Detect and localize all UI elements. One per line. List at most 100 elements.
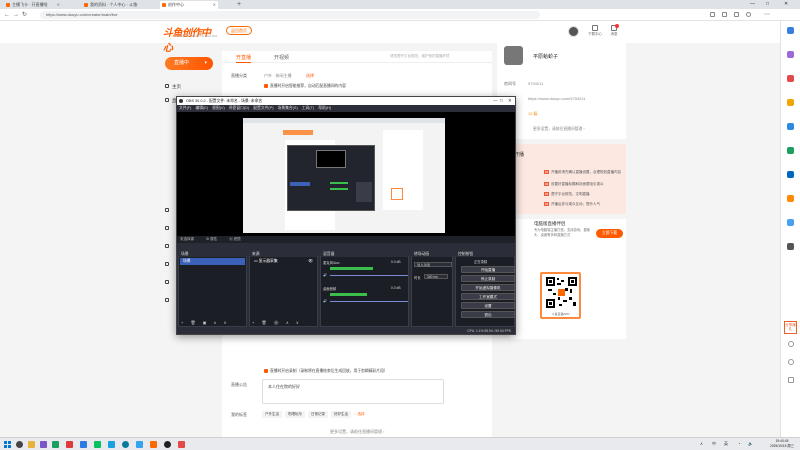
- auto-recommend-checkbox[interactable]: [264, 84, 268, 88]
- speaker-icon[interactable]: 🔊: [323, 299, 327, 303]
- tray-overflow-icon[interactable]: ∧: [700, 441, 703, 446]
- file-explorer-icon[interactable]: [28, 441, 35, 448]
- nav-item-home[interactable]: 主页: [165, 84, 181, 90]
- stop-recording-button[interactable]: 停止录制: [461, 275, 515, 282]
- tab-close-icon[interactable]: ✕: [57, 1, 60, 9]
- scenes-toolbar[interactable]: + 🗑 ▣ ∧ ∨: [181, 320, 230, 325]
- live-status-button[interactable]: 直播中 ▾: [165, 57, 213, 70]
- tab-close-icon[interactable]: ✕: [213, 1, 216, 9]
- source-item[interactable]: ▭ 显示器采集 👁: [251, 258, 316, 265]
- add-sidebar-icon[interactable]: [787, 243, 794, 250]
- studio-mode-button[interactable]: 工作室模式: [461, 293, 515, 300]
- obs-close-button[interactable]: ✕: [508, 97, 512, 105]
- sources-toolbar[interactable]: + 🗑 ⚙ ∧ ∨: [252, 320, 302, 325]
- obs-taskbar-icon[interactable]: [164, 441, 171, 448]
- feedback-icon[interactable]: [788, 377, 794, 383]
- exit-button[interactable]: 退出: [461, 311, 515, 318]
- message-button[interactable]: 消息: [606, 24, 622, 37]
- minimize-button[interactable]: —: [750, 0, 755, 9]
- headset-icon[interactable]: [788, 359, 794, 365]
- desktop-volume-slider[interactable]: [330, 301, 408, 302]
- more-settings-link[interactable]: 更多设置，请前往直播间管理 ›: [330, 429, 384, 435]
- menu-view[interactable]: 视图(V): [212, 106, 225, 110]
- app-icon[interactable]: [108, 441, 115, 448]
- app-icon[interactable]: [178, 441, 185, 448]
- obs-minimize-button[interactable]: —: [493, 97, 498, 105]
- browser-tab-active[interactable]: 创作中心 ✕: [160, 1, 218, 9]
- store-icon[interactable]: [40, 441, 47, 448]
- back-arrow-icon[interactable]: ←: [4, 11, 10, 19]
- notice-textarea[interactable]: 本人住在院的好好: [262, 379, 444, 404]
- category-select-link[interactable]: 选择: [306, 73, 314, 79]
- menu-edit[interactable]: 编辑(E): [195, 106, 208, 110]
- close-window-button[interactable]: ✕: [784, 0, 788, 9]
- url-input[interactable]: https://www.douyu.com/creator/main/live: [40, 11, 540, 19]
- duration-input[interactable]: 300 ms: [424, 274, 448, 279]
- douyu-icon[interactable]: [150, 441, 157, 448]
- tag-chip[interactable]: 日常记录: [308, 411, 328, 418]
- back-home-button[interactable]: 返回首页: [226, 26, 252, 35]
- maximize-button[interactable]: □: [766, 0, 769, 9]
- games-icon[interactable]: [787, 123, 794, 130]
- tab-go-video[interactable]: 开视频: [274, 54, 289, 61]
- douyu-logo[interactable]: 斗鱼创作中心 DOUYU CREATOR CENTER: [163, 24, 218, 54]
- app-icon[interactable]: [66, 441, 73, 448]
- support-icon[interactable]: [788, 341, 794, 347]
- app-icon[interactable]: [52, 441, 59, 448]
- menu-docks[interactable]: 停靠窗口(D): [229, 106, 249, 110]
- menu-help[interactable]: 帮助(H): [318, 106, 331, 110]
- shopping-icon[interactable]: [787, 75, 794, 82]
- drop-icon[interactable]: [787, 195, 794, 202]
- visibility-eye-icon[interactable]: 👁: [308, 258, 313, 265]
- settings-button[interactable]: 设置: [461, 302, 515, 309]
- properties-button[interactable]: ⚙ 属性: [206, 237, 217, 241]
- menu-profile[interactable]: 配置文件(P): [253, 106, 273, 110]
- share-gift-badge[interactable]: 分享赚礼: [784, 321, 797, 334]
- menu-tools[interactable]: 工具(T): [302, 106, 314, 110]
- browser-tab[interactable]: 我的资料 · 个人中心 · 斗鱼 ✕: [82, 1, 140, 9]
- search-sidebar-icon[interactable]: [787, 27, 794, 34]
- edge-browser-icon[interactable]: [122, 441, 129, 448]
- menu-file[interactable]: 文件(F): [179, 106, 191, 110]
- favorites-icon[interactable]: [722, 12, 727, 17]
- record-checkbox[interactable]: [264, 369, 268, 373]
- profile-icon[interactable]: [746, 12, 751, 17]
- transition-select[interactable]: 淡入淡出: [414, 262, 452, 267]
- tag-chip[interactable]: 好好生活: [331, 411, 351, 418]
- language-indicator[interactable]: 英: [724, 441, 728, 447]
- virtual-camera-button[interactable]: 开始虚拟摄像机: [461, 284, 515, 291]
- network-icon[interactable]: ◔: [738, 441, 740, 446]
- room-manage-link[interactable]: 更多设置，请前往直播间管理 ›: [533, 127, 585, 132]
- app-icon[interactable]: [80, 441, 87, 448]
- windows-start-icon[interactable]: [4, 441, 11, 448]
- browser-tab[interactable]: 主播飞卡 · 开直播啦 ✕: [4, 1, 62, 9]
- tag-chip[interactable]: 吃喝玩乐: [285, 411, 305, 418]
- ime-indicator[interactable]: 中: [712, 441, 716, 447]
- start-streaming-button[interactable]: 开始直播: [461, 266, 515, 273]
- tag-chip[interactable]: 户外生活: [262, 411, 282, 418]
- telegram-icon[interactable]: [787, 219, 794, 226]
- forward-arrow-icon[interactable]: →: [13, 11, 19, 19]
- volume-icon[interactable]: 🔈: [748, 441, 753, 446]
- user-avatar[interactable]: [568, 26, 579, 37]
- more-menu-icon[interactable]: ⋯: [764, 11, 770, 19]
- download-center-button[interactable]: 下载中心: [587, 25, 603, 37]
- extensions-icon[interactable]: [710, 12, 715, 17]
- wechat-icon[interactable]: [94, 441, 101, 448]
- filters-button[interactable]: ▣ 滤镜: [229, 237, 240, 241]
- menu-scene-collection[interactable]: 场景集合(S): [277, 106, 297, 110]
- copilot-icon[interactable]: [787, 51, 794, 58]
- tools-icon[interactable]: [787, 99, 794, 106]
- search-icon[interactable]: [16, 441, 23, 448]
- tab-go-live[interactable]: 开直播: [236, 54, 252, 63]
- scene-item[interactable]: 场景: [180, 258, 245, 265]
- tags-select-link[interactable]: …选择: [354, 411, 365, 418]
- download-button[interactable]: 立即下载: [596, 229, 623, 238]
- tab-close-icon[interactable]: ✕: [135, 1, 138, 9]
- refresh-icon[interactable]: ↻: [22, 11, 27, 19]
- outlook-icon[interactable]: [787, 171, 794, 178]
- speaker-icon[interactable]: 🔊: [323, 273, 327, 277]
- system-clock[interactable]: 19:40:45 2025/10/15 周三: [766, 439, 798, 449]
- new-tab-button[interactable]: +: [237, 0, 241, 9]
- mic-volume-slider[interactable]: [330, 275, 408, 276]
